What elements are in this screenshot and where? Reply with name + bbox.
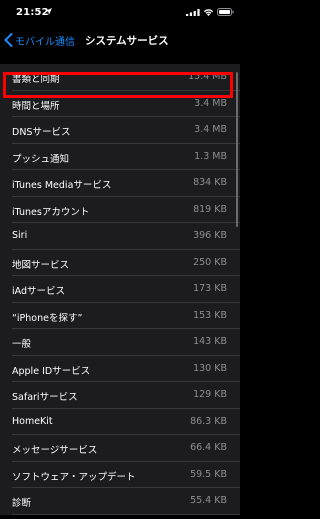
list-item[interactable]: iTunes Mediaサービス 834 KB	[12, 170, 240, 197]
data-usage-value: 3.4 MB	[194, 124, 227, 135]
data-usage-value: 819 KB	[193, 203, 227, 215]
list-item[interactable]: 地図サービス 250 KB	[12, 250, 240, 276]
service-name: iTunesアカウント	[12, 206, 90, 218]
list-item[interactable]: Siri 396 KB	[12, 223, 240, 250]
service-name: ソフトウェア・アップデート	[12, 471, 136, 483]
service-name: iTunes Mediaサービス	[12, 180, 112, 191]
list-item[interactable]: 書類と同期 15.4 MB	[12, 64, 240, 91]
list-item[interactable]: “iPhoneを探す” 153 KB	[12, 303, 240, 329]
page-title: システムサービス	[85, 35, 169, 47]
data-usage-value: 86.3 KB	[190, 415, 227, 427]
service-name: Safariサービス	[12, 392, 78, 403]
data-usage-value: 250 KB	[193, 256, 227, 268]
battery-icon	[217, 8, 234, 16]
list-item[interactable]: DNSサービス 3.4 MB	[12, 117, 240, 144]
data-usage-value: 59.5 KB	[190, 468, 227, 480]
location-arrow-icon	[45, 8, 52, 15]
service-name: Siri	[12, 230, 28, 241]
data-usage-value: 55.4 KB	[190, 495, 227, 506]
system-services-list: 書類と同期 15.4 MB 時間と場所 3.4 MB DNSサービス 3.4 MB プッシュ…	[0, 64, 240, 515]
back-button[interactable]: モバイル通信	[4, 30, 75, 50]
service-name: 書類と同期	[12, 74, 60, 85]
list-item[interactable]: 一般 143 KB	[12, 329, 240, 356]
list-item[interactable]: 時間と場所 3.4 MB	[12, 91, 240, 117]
list-item[interactable]: iTunesアカウント 819 KB	[12, 197, 240, 223]
chevron-left-icon	[4, 33, 13, 47]
service-name: 一般	[12, 339, 32, 350]
list-item[interactable]: iAdサービス 173 KB	[12, 276, 240, 303]
data-usage-value: 129 KB	[193, 389, 227, 400]
list-item[interactable]: Apple IDサービス 130 KB	[12, 356, 240, 382]
list-item[interactable]: プッシュ通知 1.3 MB	[12, 144, 240, 170]
data-usage-value: 1.3 MB	[194, 150, 227, 162]
scrollbar[interactable]	[236, 72, 238, 227]
data-usage-value: 66.4 KB	[190, 442, 227, 453]
data-usage-value: 143 KB	[193, 336, 227, 347]
data-usage-value: 15.4 MB	[188, 71, 227, 82]
data-usage-value: 153 KB	[193, 309, 227, 321]
service-name: iAdサービス	[12, 286, 66, 297]
service-name: Apple IDサービス	[12, 365, 91, 377]
data-usage-value: 396 KB	[193, 230, 227, 241]
data-usage-value: 173 KB	[193, 283, 227, 294]
data-usage-value: 3.4 MB	[194, 97, 227, 109]
service-name: “iPhoneを探す”	[12, 312, 83, 324]
service-name: プッシュ通知	[12, 153, 70, 165]
data-usage-value: 130 KB	[193, 362, 227, 374]
list-item[interactable]: 診断 55.4 KB	[12, 488, 240, 515]
navigation-bar: モバイル通信 システムサービス	[0, 24, 240, 56]
signal-bars-icon	[186, 9, 200, 16]
service-name: 時間と場所	[12, 100, 60, 112]
status-time: 21:52	[16, 7, 49, 18]
list-item[interactable]: Safariサービス 129 KB	[12, 382, 240, 409]
service-name: メッセージサービス	[12, 445, 98, 456]
back-button-label: モバイル通信	[15, 36, 75, 48]
data-usage-value: 834 KB	[193, 177, 227, 188]
service-name: 地図サービス	[12, 259, 70, 271]
status-bar: 21:52	[0, 0, 240, 24]
service-name: HomeKit	[12, 415, 53, 427]
wifi-icon	[203, 9, 214, 16]
list-item[interactable]: ソフトウェア・アップデート 59.5 KB	[12, 462, 240, 488]
service-name: DNSサービス	[12, 127, 71, 138]
list-item[interactable]: HomeKit 86.3 KB	[12, 409, 240, 435]
list-item[interactable]: メッセージサービス 66.4 KB	[12, 435, 240, 462]
service-name: 診断	[12, 498, 32, 509]
